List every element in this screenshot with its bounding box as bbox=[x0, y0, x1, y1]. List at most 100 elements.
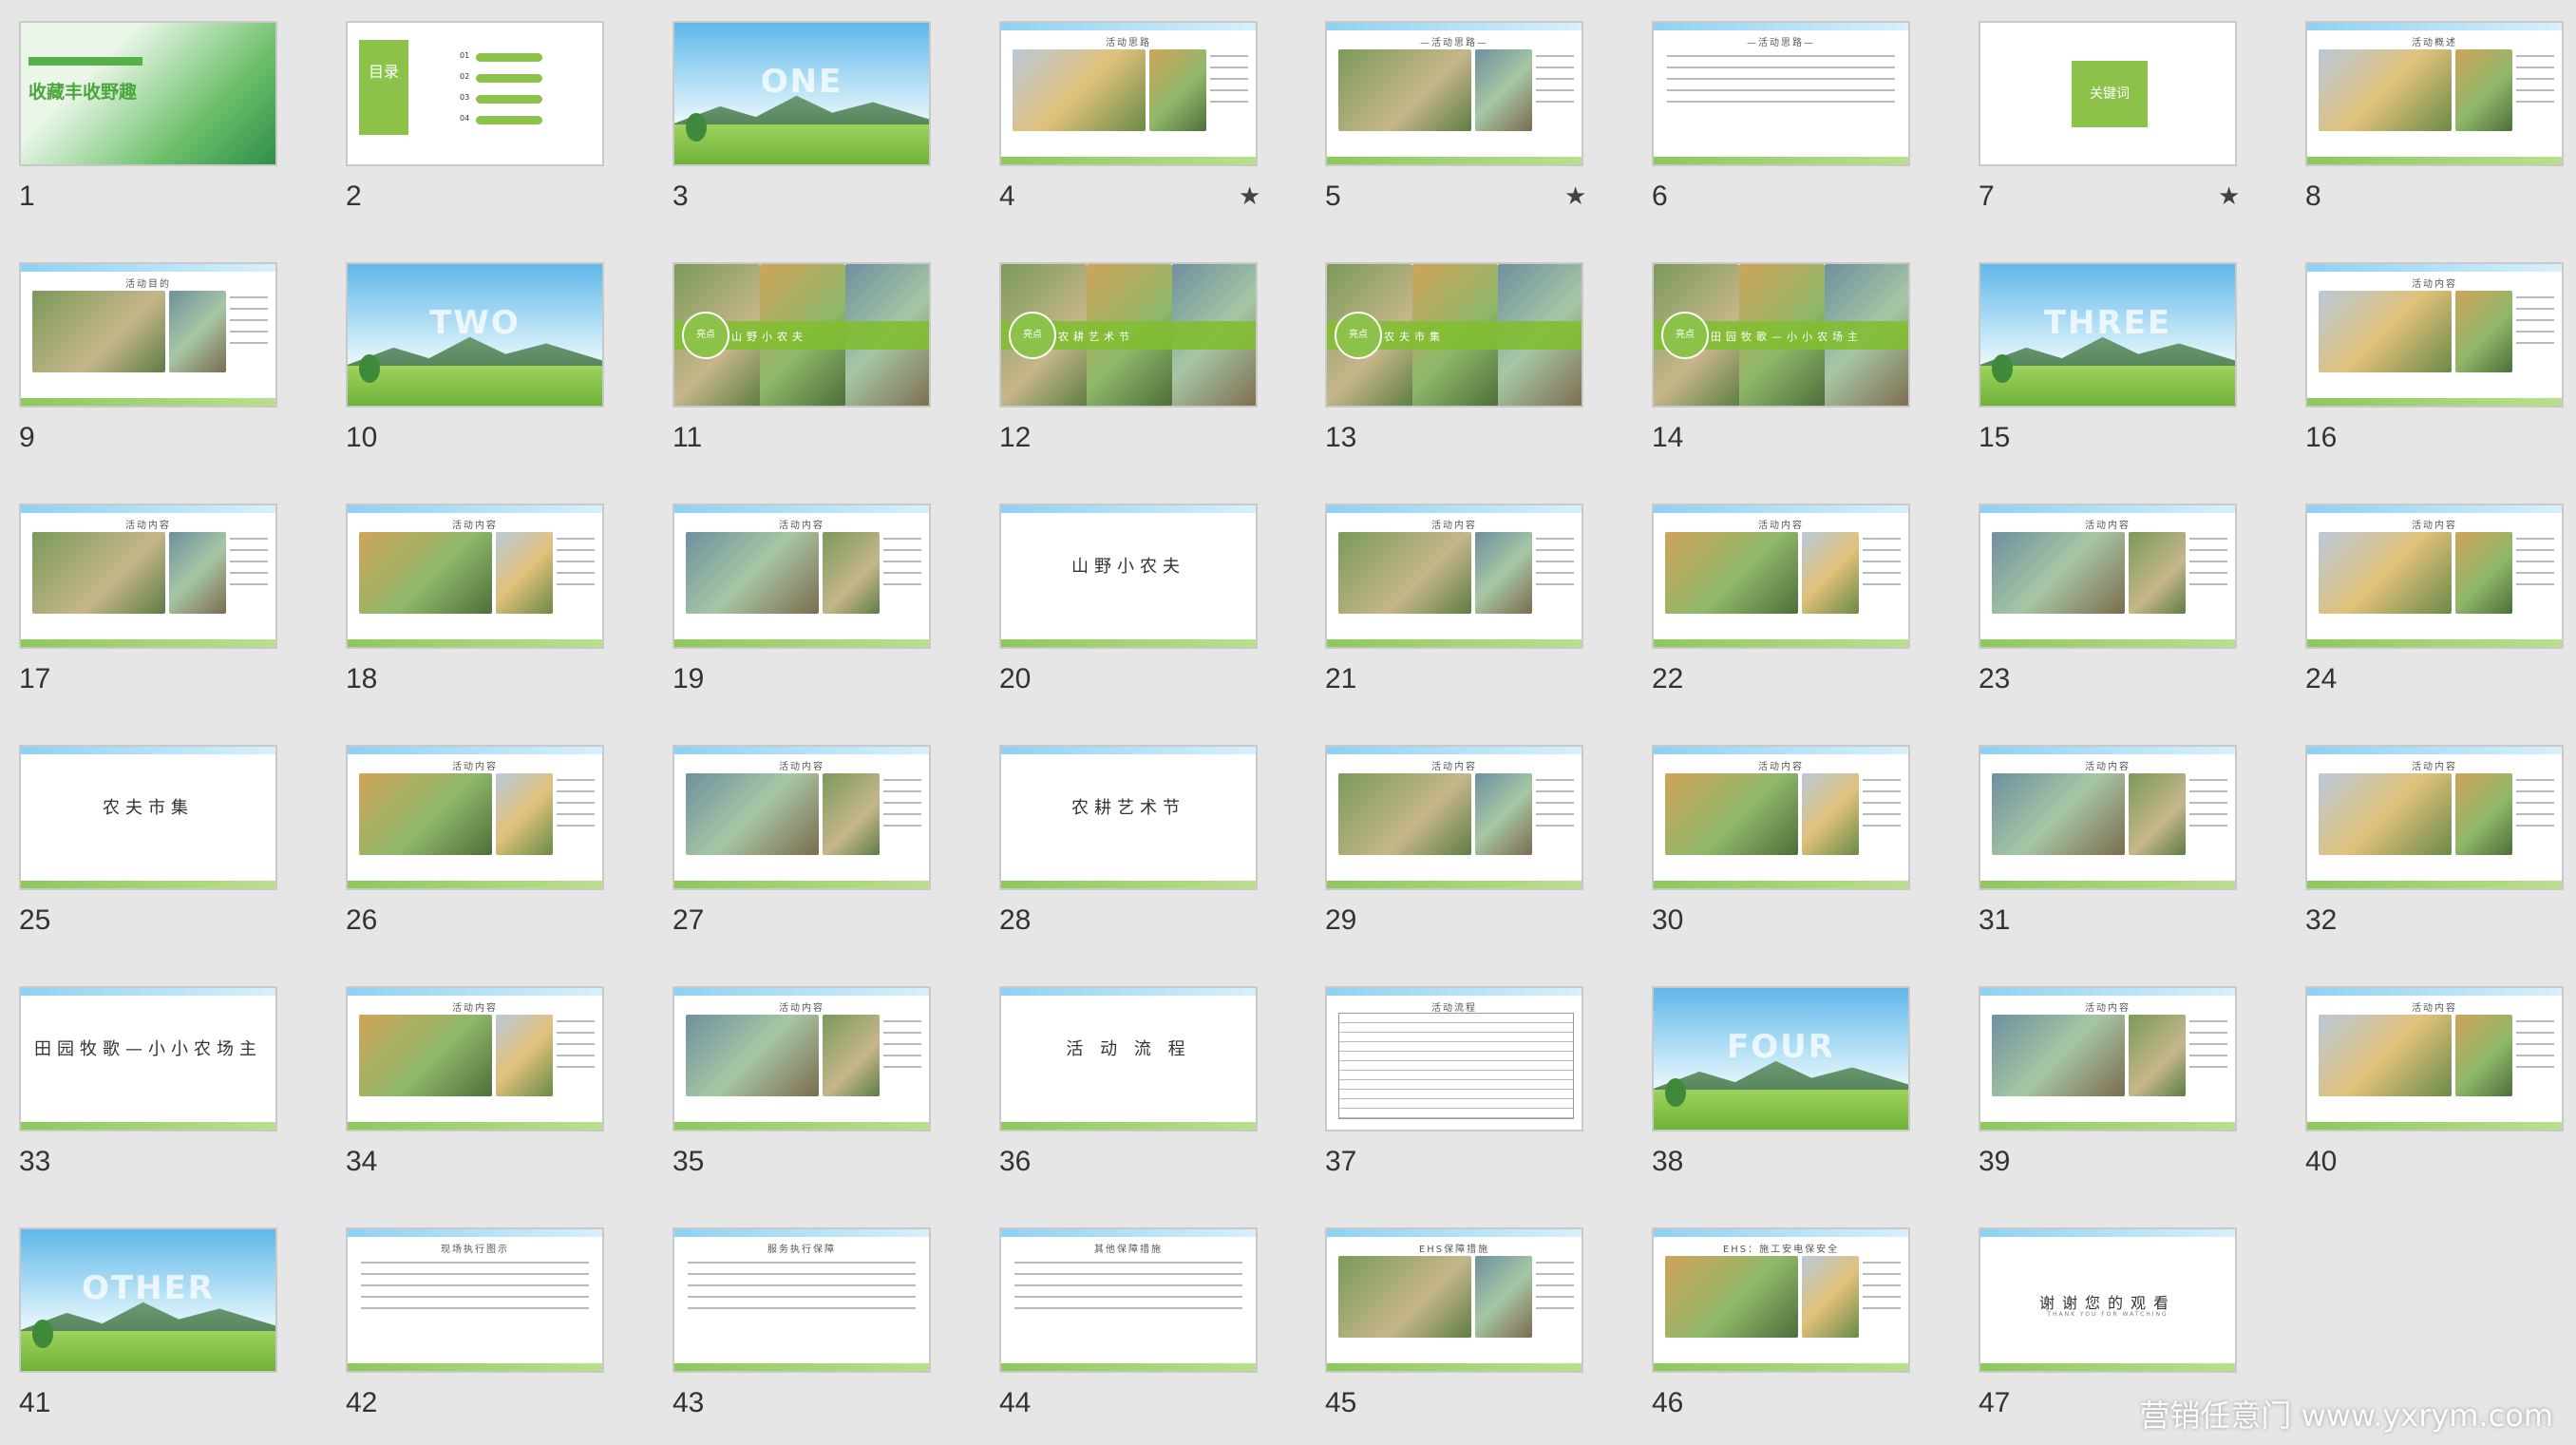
slide-cell[interactable]: 农耕艺术节 28 bbox=[980, 724, 1294, 952]
slide-cell[interactable]: 活动内容 17 bbox=[0, 483, 313, 711]
slide-cell[interactable]: 田园牧歌—小小农场主 亮点 14 bbox=[1633, 241, 1946, 469]
slide-cell[interactable]: 活动内容 27 bbox=[653, 724, 967, 952]
slide-thumbnail[interactable]: 活动内容 bbox=[2305, 986, 2564, 1131]
slide-thumbnail[interactable]: 收藏丰收野趣 bbox=[19, 21, 277, 166]
slide-cell[interactable]: 活动内容 18 bbox=[327, 483, 640, 711]
slide-number: 16 bbox=[2305, 422, 2338, 453]
slide-cell[interactable]: OTHER 41 bbox=[0, 1207, 313, 1435]
slide-cell[interactable]: TWO 10 bbox=[327, 241, 640, 469]
slide-cell[interactable]: —活动思路— 5 ★ bbox=[1306, 0, 1619, 228]
slide-thumbnail[interactable]: 活动内容 bbox=[1979, 986, 2237, 1131]
slide-cell[interactable]: 农夫市集 亮点 13 bbox=[1306, 241, 1619, 469]
slide-cell[interactable]: EHS保障措施 45 bbox=[1306, 1207, 1619, 1435]
slide-cell[interactable]: 活动内容 22 bbox=[1633, 483, 1946, 711]
slide-cell[interactable]: 活 动 流 程 36 bbox=[980, 965, 1294, 1193]
slide-thumbnail[interactable]: 目录 01 02 03 04 bbox=[346, 21, 604, 166]
slide-thumbnail[interactable]: —活动思路— bbox=[1652, 21, 1910, 166]
slide-thumbnail[interactable]: 活动内容 bbox=[672, 986, 931, 1131]
slide-cell[interactable]: 山野小农夫 亮点 11 bbox=[653, 241, 967, 469]
slide-thumbnail[interactable]: OTHER bbox=[19, 1227, 277, 1373]
slide-cell[interactable]: 活动概述 8 bbox=[2286, 0, 2576, 228]
slide-cell[interactable]: 活动内容 29 bbox=[1306, 724, 1619, 952]
slide-thumbnail[interactable]: 活动内容 bbox=[1325, 745, 1583, 890]
photo bbox=[359, 532, 492, 614]
slide-thumbnail[interactable]: 田园牧歌—小小农场主 亮点 bbox=[1652, 262, 1910, 408]
slide-thumbnail[interactable]: —活动思路— bbox=[1325, 21, 1583, 166]
slide-thumbnail[interactable]: 农耕艺术节 bbox=[999, 745, 1258, 890]
slide-thumbnail[interactable]: ONE bbox=[672, 21, 931, 166]
slide-cell[interactable]: 活动目的 9 bbox=[0, 241, 313, 469]
slide-cell[interactable]: 活动内容 40 bbox=[2286, 965, 2576, 1193]
slide-thumbnail[interactable]: 服务执行保障 bbox=[672, 1227, 931, 1373]
slide-cell[interactable]: 活动内容 23 bbox=[1960, 483, 2273, 711]
slide-thumbnail[interactable]: EHS：施工安电保安全 bbox=[1652, 1227, 1910, 1373]
slide-thumbnail[interactable]: 活动内容 bbox=[1652, 745, 1910, 890]
slide-thumbnail[interactable]: THREE bbox=[1979, 262, 2237, 408]
slide-thumbnail[interactable]: 农夫市集 bbox=[19, 745, 277, 890]
slide-thumbnail[interactable]: 活动内容 bbox=[346, 504, 604, 649]
slide-thumbnail[interactable]: 活动内容 bbox=[1652, 504, 1910, 649]
slide-cell[interactable]: FOUR 38 bbox=[1633, 965, 1946, 1193]
slide-thumbnail[interactable]: 山野小农夫 bbox=[999, 504, 1258, 649]
slide-thumbnail[interactable]: 活动内容 bbox=[1325, 504, 1583, 649]
slide-thumbnail[interactable]: 农耕艺术节 亮点 bbox=[999, 262, 1258, 408]
slide-thumbnail[interactable]: 活动内容 bbox=[1979, 504, 2237, 649]
slide-cell[interactable]: 活动内容 21 bbox=[1306, 483, 1619, 711]
slide-thumbnail[interactable]: 活动内容 bbox=[1979, 745, 2237, 890]
slide-cell[interactable]: 活动内容 39 bbox=[1960, 965, 2273, 1193]
slide-cell[interactable]: —活动思路— 6 bbox=[1633, 0, 1946, 228]
slide-thumbnail[interactable]: 活动内容 bbox=[672, 504, 931, 649]
slide-cell[interactable]: 活动内容 16 bbox=[2286, 241, 2576, 469]
slide-thumbnail[interactable]: 活动内容 bbox=[346, 986, 604, 1131]
slide-thumbnail[interactable]: 活动流程 bbox=[1325, 986, 1583, 1131]
slide-cell[interactable]: 山野小农夫 20 bbox=[980, 483, 1294, 711]
slide-cell[interactable]: 田园牧歌—小小农场主 33 bbox=[0, 965, 313, 1193]
slide-cell[interactable]: 其他保障措施 44 bbox=[980, 1207, 1294, 1435]
slide-thumbnail[interactable]: FOUR bbox=[1652, 986, 1910, 1131]
slide-cell[interactable]: 活动思路 4 ★ bbox=[980, 0, 1294, 228]
slide-cell[interactable]: 活动内容 24 bbox=[2286, 483, 2576, 711]
slide-thumbnail[interactable]: 活动内容 bbox=[2305, 745, 2564, 890]
slide-cell[interactable]: 活动内容 32 bbox=[2286, 724, 2576, 952]
slide-cell[interactable]: 农耕艺术节 亮点 12 bbox=[980, 241, 1294, 469]
slide-thumbnail[interactable]: TWO bbox=[346, 262, 604, 408]
slide-thumbnail[interactable]: 其他保障措施 bbox=[999, 1227, 1258, 1373]
slide-cell[interactable]: THREE 15 bbox=[1960, 241, 2273, 469]
slide-thumbnail[interactable]: 活 动 流 程 bbox=[999, 986, 1258, 1131]
slide-cell[interactable]: 活动内容 31 bbox=[1960, 724, 2273, 952]
slide-thumbnail[interactable]: 活动内容 bbox=[672, 745, 931, 890]
slide-thumbnail[interactable]: 山野小农夫 亮点 bbox=[672, 262, 931, 408]
slide-cell[interactable]: 活动内容 34 bbox=[327, 965, 640, 1193]
slide-thumbnail[interactable]: 活动思路 bbox=[999, 21, 1258, 166]
slide-cell[interactable]: 现场执行图示 42 bbox=[327, 1207, 640, 1435]
slide-thumbnail[interactable]: 活动内容 bbox=[2305, 504, 2564, 649]
slide-thumbnail[interactable]: 田园牧歌—小小农场主 bbox=[19, 986, 277, 1131]
slide-thumbnail[interactable]: 活动内容 bbox=[2305, 262, 2564, 408]
text-line bbox=[2189, 790, 2227, 792]
slide-cell[interactable]: 服务执行保障 43 bbox=[653, 1207, 967, 1435]
slide-thumbnail[interactable]: 活动内容 bbox=[19, 504, 277, 649]
slide-cell[interactable]: 活动内容 26 bbox=[327, 724, 640, 952]
toc-row bbox=[476, 116, 542, 124]
slide-cell[interactable]: 目录 01 02 03 04 2 bbox=[327, 0, 640, 228]
slide-cell[interactable]: 关键词 7 ★ bbox=[1960, 0, 2273, 228]
slide-thumbnail[interactable]: 现场执行图示 bbox=[346, 1227, 604, 1373]
slide-cell[interactable]: 活动流程 37 bbox=[1306, 965, 1619, 1193]
slide-thumbnail[interactable]: 活动目的 bbox=[19, 262, 277, 408]
slide-thumbnail[interactable]: 关键词 bbox=[1979, 21, 2237, 166]
text-line bbox=[2516, 1043, 2554, 1045]
slide-cell[interactable]: ONE 3 bbox=[653, 0, 967, 228]
section-title: THREE bbox=[2043, 303, 2172, 342]
slide-cell[interactable]: 收藏丰收野趣 1 bbox=[0, 0, 313, 228]
slide-cell[interactable]: 活动内容 35 bbox=[653, 965, 967, 1193]
slide-thumbnail[interactable]: 活动概述 bbox=[2305, 21, 2564, 166]
slide-thumbnail[interactable]: 活动内容 bbox=[346, 745, 604, 890]
highlight-badge: 亮点 bbox=[682, 312, 729, 359]
slide-thumbnail[interactable]: EHS保障措施 bbox=[1325, 1227, 1583, 1373]
slide-cell[interactable]: 活动内容 30 bbox=[1633, 724, 1946, 952]
slide-cell[interactable]: 农夫市集 25 bbox=[0, 724, 313, 952]
slide-thumbnail[interactable]: 农夫市集 亮点 bbox=[1325, 262, 1583, 408]
slide-cell[interactable]: EHS：施工安电保安全 46 bbox=[1633, 1207, 1946, 1435]
slide-cell[interactable]: 活动内容 19 bbox=[653, 483, 967, 711]
slide-thumbnail[interactable]: 谢谢您的观看 THANK YOU FOR WATCHING bbox=[1979, 1227, 2237, 1373]
